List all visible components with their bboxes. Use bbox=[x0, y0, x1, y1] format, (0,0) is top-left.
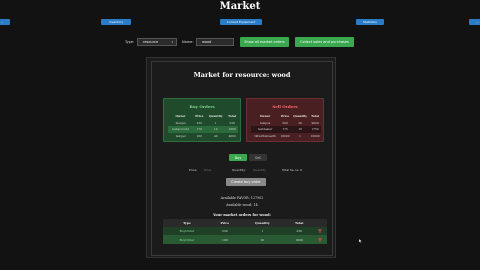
price-cell: 175 bbox=[279, 125, 291, 133]
type-cell: BuyOrder bbox=[163, 227, 211, 236]
nav-button-left-partial[interactable]: ... bbox=[0, 19, 10, 25]
market-panel-inner: Market for resource: wood Buy Orders Own… bbox=[151, 61, 333, 256]
total-value: 0 bbox=[300, 168, 302, 172]
type-label: Type: bbox=[125, 40, 135, 44]
my-order-row: BuyOrder 230 1 230 🗑 bbox=[163, 227, 327, 236]
delete-cell: 🗑 bbox=[312, 227, 327, 236]
total-cell: 230 bbox=[285, 227, 313, 236]
nav-button-right-partial[interactable]: ... bbox=[469, 19, 480, 25]
total-cell: 1000 bbox=[285, 235, 313, 244]
quantity-cell: 10 bbox=[205, 125, 227, 133]
type-select[interactable]: resource ▾ bbox=[137, 38, 177, 46]
buy-order-row[interactable]: mergel 230 1 230 bbox=[168, 119, 238, 126]
quantity-cell: 1 bbox=[299, 133, 301, 138]
market-page: Market ... Inventory Current Equipment S… bbox=[0, 0, 480, 270]
collect-sales-button[interactable]: Collect sales and purchases bbox=[295, 37, 354, 47]
available-currency: Available FAVOR: 127902 bbox=[220, 196, 264, 200]
total-cell: 1750 bbox=[309, 125, 321, 133]
chevron-down-icon: ▾ bbox=[171, 40, 173, 44]
price-cell: 100 bbox=[210, 235, 239, 244]
trash-icon[interactable]: 🗑 bbox=[318, 238, 322, 242]
buy-orders-box: Buy Orders Owner Price Quantity Total me… bbox=[163, 98, 241, 142]
order-type-tabs: Buy Sell bbox=[229, 154, 269, 161]
market-title: Market for resource: wood bbox=[193, 71, 291, 79]
column-header: Price bbox=[210, 219, 239, 227]
owner-cell: mergel bbox=[175, 120, 186, 125]
nav-button-current-equipment[interactable]: Current Equipment bbox=[220, 19, 262, 25]
sell-orders-table: Owner Price Quantity Total tempus 500 20… bbox=[251, 113, 321, 139]
price-cell: 230 bbox=[196, 120, 202, 125]
quantity-cell: 10 bbox=[291, 125, 310, 133]
my-orders-table: Type Price Quantity Total BuyOrder 230 1… bbox=[163, 219, 327, 244]
tab-buy[interactable]: Buy bbox=[229, 154, 247, 161]
sell-orders-box: Sell Orders Owner Price Quantity Total t… bbox=[246, 98, 324, 142]
create-buy-order-button[interactable]: Create buy order bbox=[226, 178, 266, 186]
column-header: Quantity bbox=[238, 219, 286, 227]
quantity-label: Quantity: bbox=[232, 168, 246, 172]
market-panel: Market for resource: wood Buy Orders Own… bbox=[146, 57, 336, 258]
sell-order-row[interactable]: tiltwithwrealth 10000 1 10000 bbox=[251, 133, 321, 140]
total-label: Total Se ce: bbox=[282, 168, 300, 172]
tab-sell[interactable]: Sell bbox=[249, 154, 267, 161]
actions-header bbox=[312, 219, 327, 227]
my-orders-header-row: Type Price Quantity Total bbox=[163, 219, 327, 227]
order-form: Price: Price Quantity: Quantity Total Se… bbox=[152, 166, 332, 174]
nav-button-inventory[interactable]: Inventory bbox=[101, 19, 131, 25]
price-cell: 100 bbox=[196, 133, 202, 138]
buy-orders-heading: Buy Orders bbox=[189, 104, 215, 109]
my-orders-title: Your market orders for wood: bbox=[213, 213, 271, 217]
owner-cell: tiltwithwrealth bbox=[254, 133, 276, 138]
type-select-value: resource bbox=[143, 40, 159, 44]
column-header: Type bbox=[163, 219, 211, 227]
cursor-icon bbox=[359, 239, 362, 243]
owner-cell: testaccount bbox=[168, 125, 194, 133]
column-header: Total bbox=[285, 219, 313, 227]
page-title: Market bbox=[219, 1, 261, 12]
quantity-input[interactable]: Quantity bbox=[251, 166, 277, 173]
sell-orders-heading: Sell Orders bbox=[272, 104, 298, 109]
quantity-cell: 1 bbox=[214, 120, 217, 125]
total-cell: 230 bbox=[229, 120, 235, 125]
buy-order-row[interactable]: tempel 100 40 4000 bbox=[168, 133, 238, 140]
my-order-row: BuyOrder 100 10 1000 🗑 bbox=[163, 235, 327, 244]
show-all-orders-button[interactable]: Show all market orders bbox=[240, 37, 289, 47]
total-cell: 10000 bbox=[310, 133, 320, 138]
filter-bar: Type: resource ▾ Name: wood Show all mar… bbox=[0, 37, 480, 47]
buy-orders-table: Owner Price Quantity Total mergel 230 1 … bbox=[168, 113, 238, 139]
type-cell: BuyOrder bbox=[163, 235, 211, 244]
total-cell: 4000 bbox=[228, 133, 236, 138]
quantity-cell: 10 bbox=[238, 235, 286, 244]
nav-button-statistics[interactable]: Statistics bbox=[356, 19, 384, 25]
quantity-cell: 1 bbox=[238, 227, 286, 236]
trash-icon[interactable]: 🗑 bbox=[318, 229, 322, 233]
owner-cell: tempel bbox=[175, 133, 186, 138]
name-label: Name: bbox=[182, 40, 194, 44]
owner-cell: tempus bbox=[259, 120, 271, 125]
buy-order-row[interactable]: testaccount 170 10 1000 bbox=[168, 125, 238, 133]
sell-order-row[interactable]: testdealer 175 10 1750 bbox=[251, 125, 321, 133]
price-cell: 230 bbox=[210, 227, 239, 236]
sell-order-row[interactable]: tempus 500 20 9000 bbox=[251, 119, 321, 126]
available-resource: Available wood: 14 bbox=[226, 203, 258, 207]
total-cell: 1000 bbox=[226, 125, 238, 133]
total-cell: 9000 bbox=[311, 120, 319, 125]
owner-cell: testdealer bbox=[251, 125, 280, 133]
name-input[interactable]: wood bbox=[196, 38, 234, 46]
price-cell: 500 bbox=[282, 120, 288, 125]
price-label: Price: bbox=[189, 168, 198, 172]
price-cell: 10000 bbox=[280, 133, 290, 138]
quantity-cell: 20 bbox=[298, 120, 302, 125]
delete-cell: 🗑 bbox=[312, 235, 327, 244]
quantity-cell: 40 bbox=[214, 133, 218, 138]
price-input[interactable]: Price bbox=[202, 166, 228, 173]
price-cell: 170 bbox=[193, 125, 206, 133]
